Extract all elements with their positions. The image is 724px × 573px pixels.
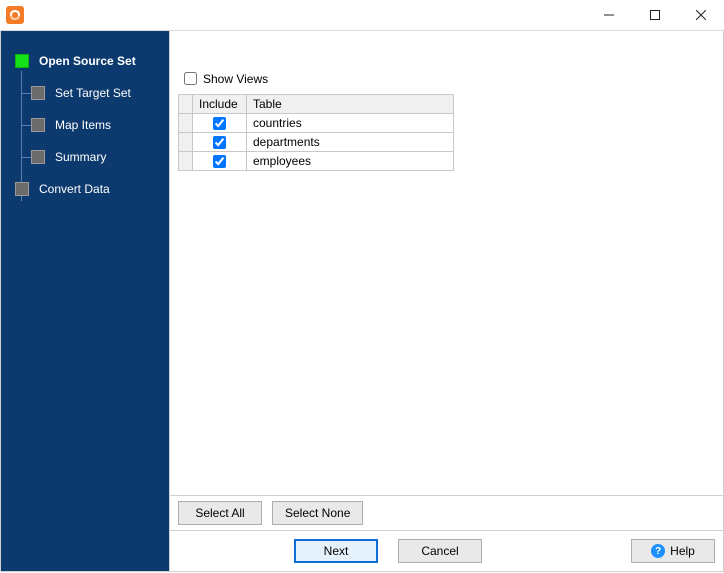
next-button[interactable]: Next [294, 539, 378, 563]
wizard-step[interactable]: Convert Data [1, 173, 169, 205]
include-checkbox[interactable] [213, 136, 226, 149]
step-marker-icon [15, 54, 29, 68]
step-label: Convert Data [39, 182, 110, 196]
selection-bar: Select All Select None [170, 495, 723, 530]
wizard-button-bar: Next Cancel ? Help [170, 530, 723, 571]
step-marker-icon [15, 182, 29, 196]
cancel-button[interactable]: Cancel [398, 539, 482, 563]
help-label: Help [670, 544, 695, 558]
select-all-button[interactable]: Select All [178, 501, 262, 525]
step-marker-icon [31, 118, 45, 132]
include-checkbox[interactable] [213, 117, 226, 130]
close-icon [696, 10, 706, 20]
table-row[interactable]: employees [179, 152, 454, 171]
table-name-cell: countries [247, 114, 454, 133]
show-views-input[interactable] [184, 72, 197, 85]
wizard-step[interactable]: Open Source Set [1, 45, 169, 77]
include-checkbox[interactable] [213, 155, 226, 168]
table-row[interactable]: countries [179, 114, 454, 133]
step-label: Set Target Set [55, 86, 131, 100]
step-label: Open Source Set [39, 54, 136, 68]
minimize-icon [604, 10, 614, 20]
row-selector[interactable] [179, 114, 193, 133]
wizard-step[interactable]: Summary [1, 141, 169, 173]
step-label: Map Items [55, 118, 111, 132]
app-icon [6, 6, 24, 24]
select-none-button[interactable]: Select None [272, 501, 363, 525]
column-header-table[interactable]: Table [247, 95, 454, 114]
window-controls [586, 0, 724, 30]
grid-corner [179, 95, 193, 114]
row-selector[interactable] [179, 152, 193, 171]
table-row[interactable]: departments [179, 133, 454, 152]
wizard-step[interactable]: Set Target Set [1, 77, 169, 109]
include-cell[interactable] [193, 133, 247, 152]
maximize-icon [650, 10, 660, 20]
column-header-include[interactable]: Include [193, 95, 247, 114]
main-pane: Show Views Include Table countriesdepart… [170, 31, 723, 495]
show-views-checkbox[interactable]: Show Views [180, 69, 715, 88]
step-marker-icon [31, 150, 45, 164]
maximize-button[interactable] [632, 0, 678, 30]
wizard-step[interactable]: Map Items [1, 109, 169, 141]
show-views-label: Show Views [203, 72, 268, 86]
help-button[interactable]: ? Help [631, 539, 715, 563]
step-label: Summary [55, 150, 106, 164]
table-name-cell: employees [247, 152, 454, 171]
table-name-cell: departments [247, 133, 454, 152]
help-icon: ? [651, 544, 665, 558]
minimize-button[interactable] [586, 0, 632, 30]
titlebar [0, 0, 724, 31]
include-cell[interactable] [193, 114, 247, 133]
wizard-sidebar: Open Source Set Set Target Set Map Items Su… [1, 31, 169, 571]
row-selector[interactable] [179, 133, 193, 152]
step-marker-icon [31, 86, 45, 100]
close-button[interactable] [678, 0, 724, 30]
tables-grid: Include Table countriesdepartmentsemploy… [178, 94, 454, 171]
include-cell[interactable] [193, 152, 247, 171]
